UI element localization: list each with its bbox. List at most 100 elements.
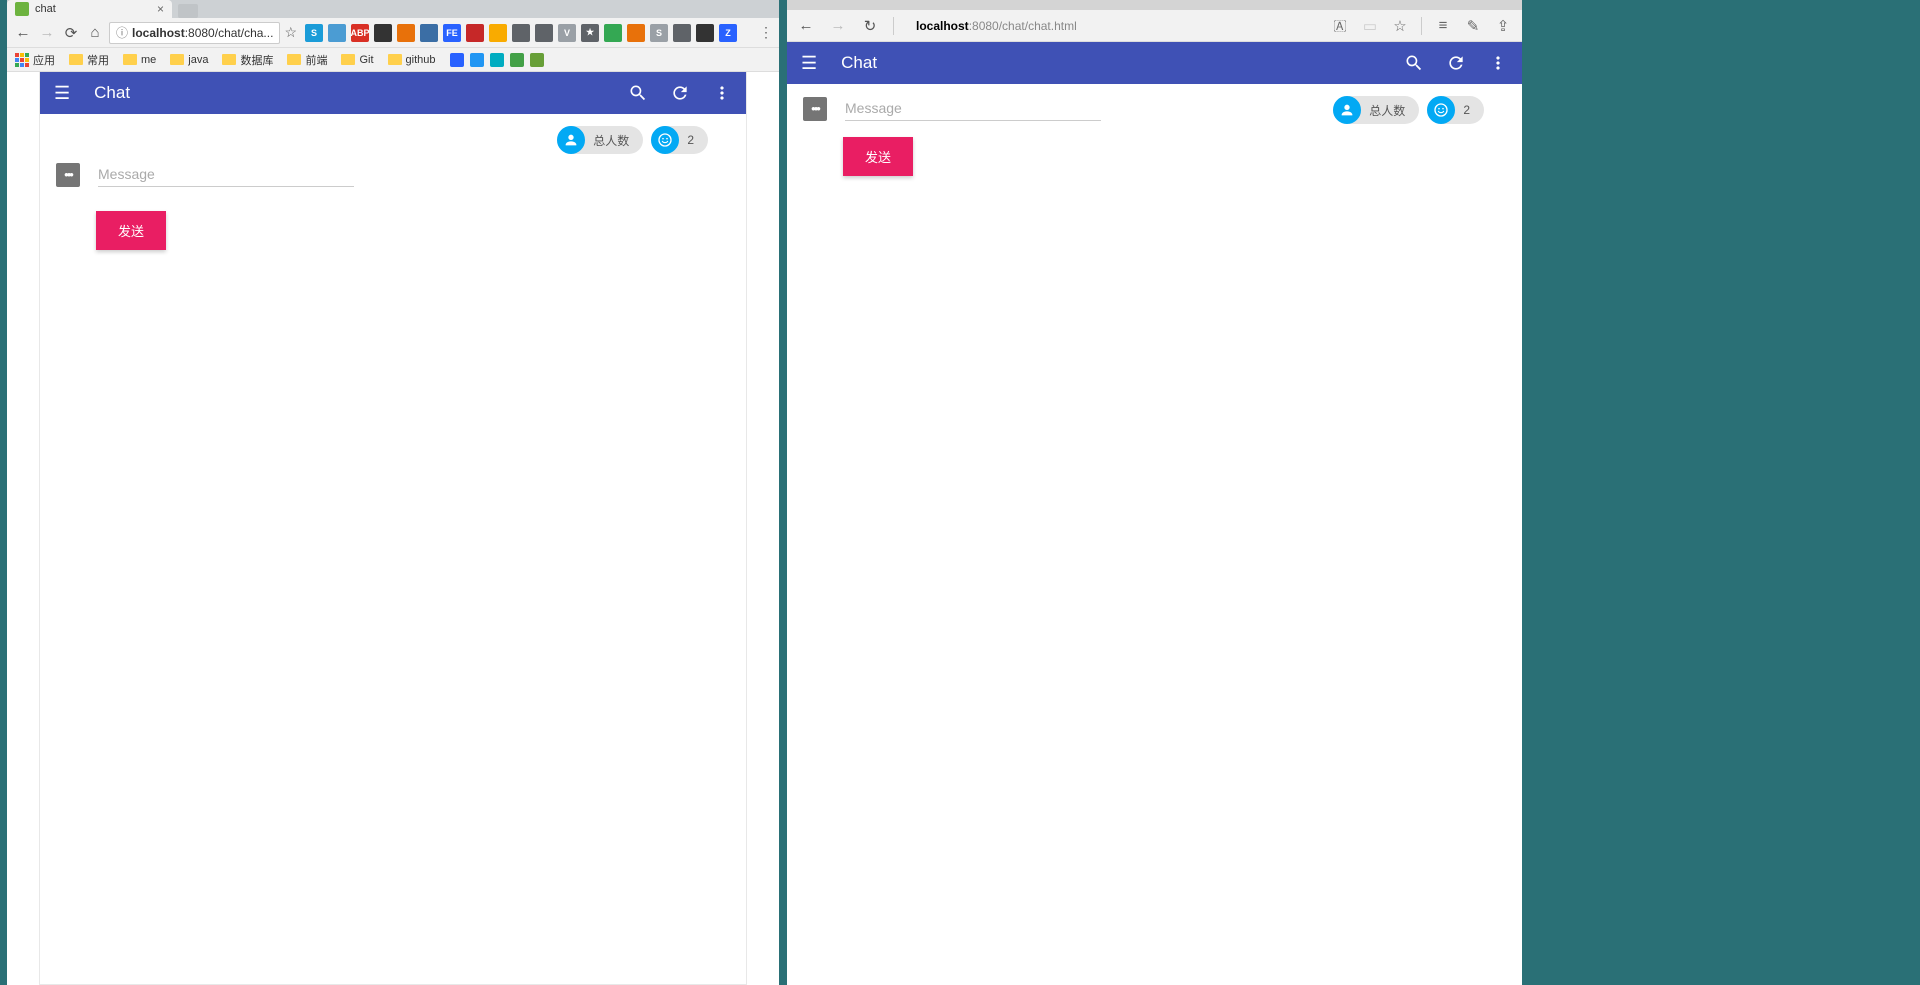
extension-icon[interactable]: ABP — [351, 24, 369, 42]
chrome-window: chat × ← → ⟳ ⌂ ⓘ localhost:8080/chat/cha… — [7, 0, 779, 985]
bookmark-folder[interactable]: 数据库 — [222, 52, 273, 68]
send-button[interactable]: 发送 — [96, 211, 166, 250]
bookmark-folder[interactable]: java — [170, 54, 208, 66]
back-button[interactable]: ← — [797, 16, 815, 36]
address-input[interactable]: ⓘ localhost:8080/chat/cha... — [109, 22, 280, 44]
extension-icon[interactable] — [696, 24, 714, 42]
reading-icon[interactable]: ▭ — [1361, 16, 1379, 36]
bookmark-folder[interactable]: 常用 — [69, 52, 109, 68]
extension-icon[interactable] — [627, 24, 645, 42]
app-title: Chat — [841, 53, 877, 73]
chip-avatar-icon — [1333, 96, 1361, 124]
favorite-icon[interactable]: ☆ — [1391, 16, 1409, 36]
folder-icon — [170, 54, 184, 65]
extension-icon[interactable]: V — [558, 24, 576, 42]
folder-icon — [123, 54, 137, 65]
extension-icon[interactable] — [420, 24, 438, 42]
message-input[interactable] — [845, 96, 1101, 121]
hub-icon[interactable]: ≡ — [1434, 16, 1452, 36]
forward-button[interactable]: → — [37, 23, 57, 43]
bookmark-folder[interactable]: Git — [341, 54, 373, 66]
search-icon[interactable] — [628, 83, 648, 103]
bookmark-icon[interactable] — [470, 53, 484, 67]
refresh-icon[interactable] — [1446, 53, 1466, 73]
bookmark-icon[interactable] — [510, 53, 524, 67]
browser-tab[interactable]: chat × — [7, 0, 172, 18]
more-icon[interactable] — [712, 83, 732, 103]
bookmark-icon[interactable] — [490, 53, 504, 67]
chip-avatar-icon — [557, 126, 585, 154]
hamburger-icon[interactable]: ☰ — [801, 53, 817, 74]
message-icon: ••• — [56, 163, 80, 187]
forward-button[interactable]: → — [829, 16, 847, 36]
message-input[interactable] — [98, 162, 354, 187]
bookmarks-bar: 应用 常用 me java 数据库 前端 Git github — [7, 48, 779, 72]
reload-button[interactable]: ↻ — [861, 16, 879, 36]
bookmark-star-icon[interactable]: ☆ — [284, 24, 297, 41]
extension-icon[interactable] — [604, 24, 622, 42]
extension-icon[interactable] — [535, 24, 553, 42]
extension-icon[interactable]: S — [305, 24, 323, 42]
extension-icon[interactable]: ★ — [581, 24, 599, 42]
folder-icon — [287, 54, 301, 65]
edge-address-bar: ← → ↻ localhost:8080/chat/chat.html 🇦 ▭ … — [787, 10, 1522, 42]
home-button[interactable]: ⌂ — [85, 23, 105, 43]
folder-icon — [388, 54, 402, 65]
back-button[interactable]: ← — [13, 23, 33, 43]
chip-total[interactable]: 总人数 — [1333, 96, 1419, 124]
chip-count[interactable]: 2 — [651, 126, 708, 154]
site-info-icon[interactable]: ⓘ — [116, 24, 128, 41]
edge-tab-strip — [787, 0, 1522, 10]
favicon-icon — [15, 2, 29, 16]
extension-icons: S ABP FE V ★ S Z — [305, 24, 737, 42]
page-content: ☰ Chat 总人数 2 ••• — [7, 72, 779, 985]
extension-icon[interactable] — [489, 24, 507, 42]
extension-icon[interactable]: S — [650, 24, 668, 42]
apps-icon — [15, 53, 29, 67]
bookmark-folder[interactable]: 前端 — [287, 52, 327, 68]
extension-icon[interactable] — [673, 24, 691, 42]
address-input[interactable]: localhost:8080/chat/chat.html — [908, 19, 1317, 33]
chips-row: 总人数 2 — [40, 114, 746, 154]
chrome-menu-icon[interactable]: ⋮ — [759, 24, 773, 41]
extension-icon[interactable]: FE — [443, 24, 461, 42]
edge-window: ← → ↻ localhost:8080/chat/chat.html 🇦 ▭ … — [787, 0, 1522, 985]
chip-total[interactable]: 总人数 — [557, 126, 643, 154]
notes-icon[interactable]: ✎ — [1464, 16, 1482, 36]
app-title: Chat — [94, 83, 130, 103]
new-tab-button[interactable] — [178, 4, 198, 18]
extension-icon[interactable] — [328, 24, 346, 42]
message-icon: ••• — [803, 97, 827, 121]
extension-icon[interactable] — [466, 24, 484, 42]
message-input-row: ••• — [40, 154, 746, 187]
folder-icon — [222, 54, 236, 65]
search-icon[interactable] — [1404, 53, 1424, 73]
chrome-address-bar: ← → ⟳ ⌂ ⓘ localhost:8080/chat/cha... ☆ S… — [7, 18, 779, 48]
extension-icon[interactable] — [397, 24, 415, 42]
send-button[interactable]: 发送 — [843, 137, 913, 176]
refresh-icon[interactable] — [670, 83, 690, 103]
bookmark-icon[interactable] — [450, 53, 464, 67]
chrome-tab-strip: chat × — [7, 0, 779, 18]
share-icon[interactable]: ⇪ — [1494, 16, 1512, 36]
extension-icon[interactable] — [512, 24, 530, 42]
app-bar: ☰ Chat — [40, 72, 746, 114]
extension-icon[interactable] — [374, 24, 392, 42]
bookmark-folder[interactable]: me — [123, 54, 156, 66]
hamburger-icon[interactable]: ☰ — [54, 83, 70, 104]
chip-count[interactable]: 2 — [1427, 96, 1484, 124]
translate-icon[interactable]: 🇦 — [1331, 16, 1349, 36]
close-tab-icon[interactable]: × — [157, 2, 164, 16]
bookmark-folder[interactable]: github — [388, 54, 436, 66]
apps-bookmark[interactable]: 应用 — [15, 52, 55, 68]
extension-icon[interactable]: Z — [719, 24, 737, 42]
bookmark-icon[interactable] — [530, 53, 544, 67]
folder-icon — [69, 54, 83, 65]
reload-button[interactable]: ⟳ — [61, 23, 81, 43]
chip-avatar-icon — [651, 126, 679, 154]
app-bar: ☰ Chat — [787, 42, 1522, 84]
folder-icon — [341, 54, 355, 65]
chip-avatar-icon — [1427, 96, 1455, 124]
page-content: ☰ Chat 总人数 2 ••• — [787, 42, 1522, 985]
more-icon[interactable] — [1488, 53, 1508, 73]
